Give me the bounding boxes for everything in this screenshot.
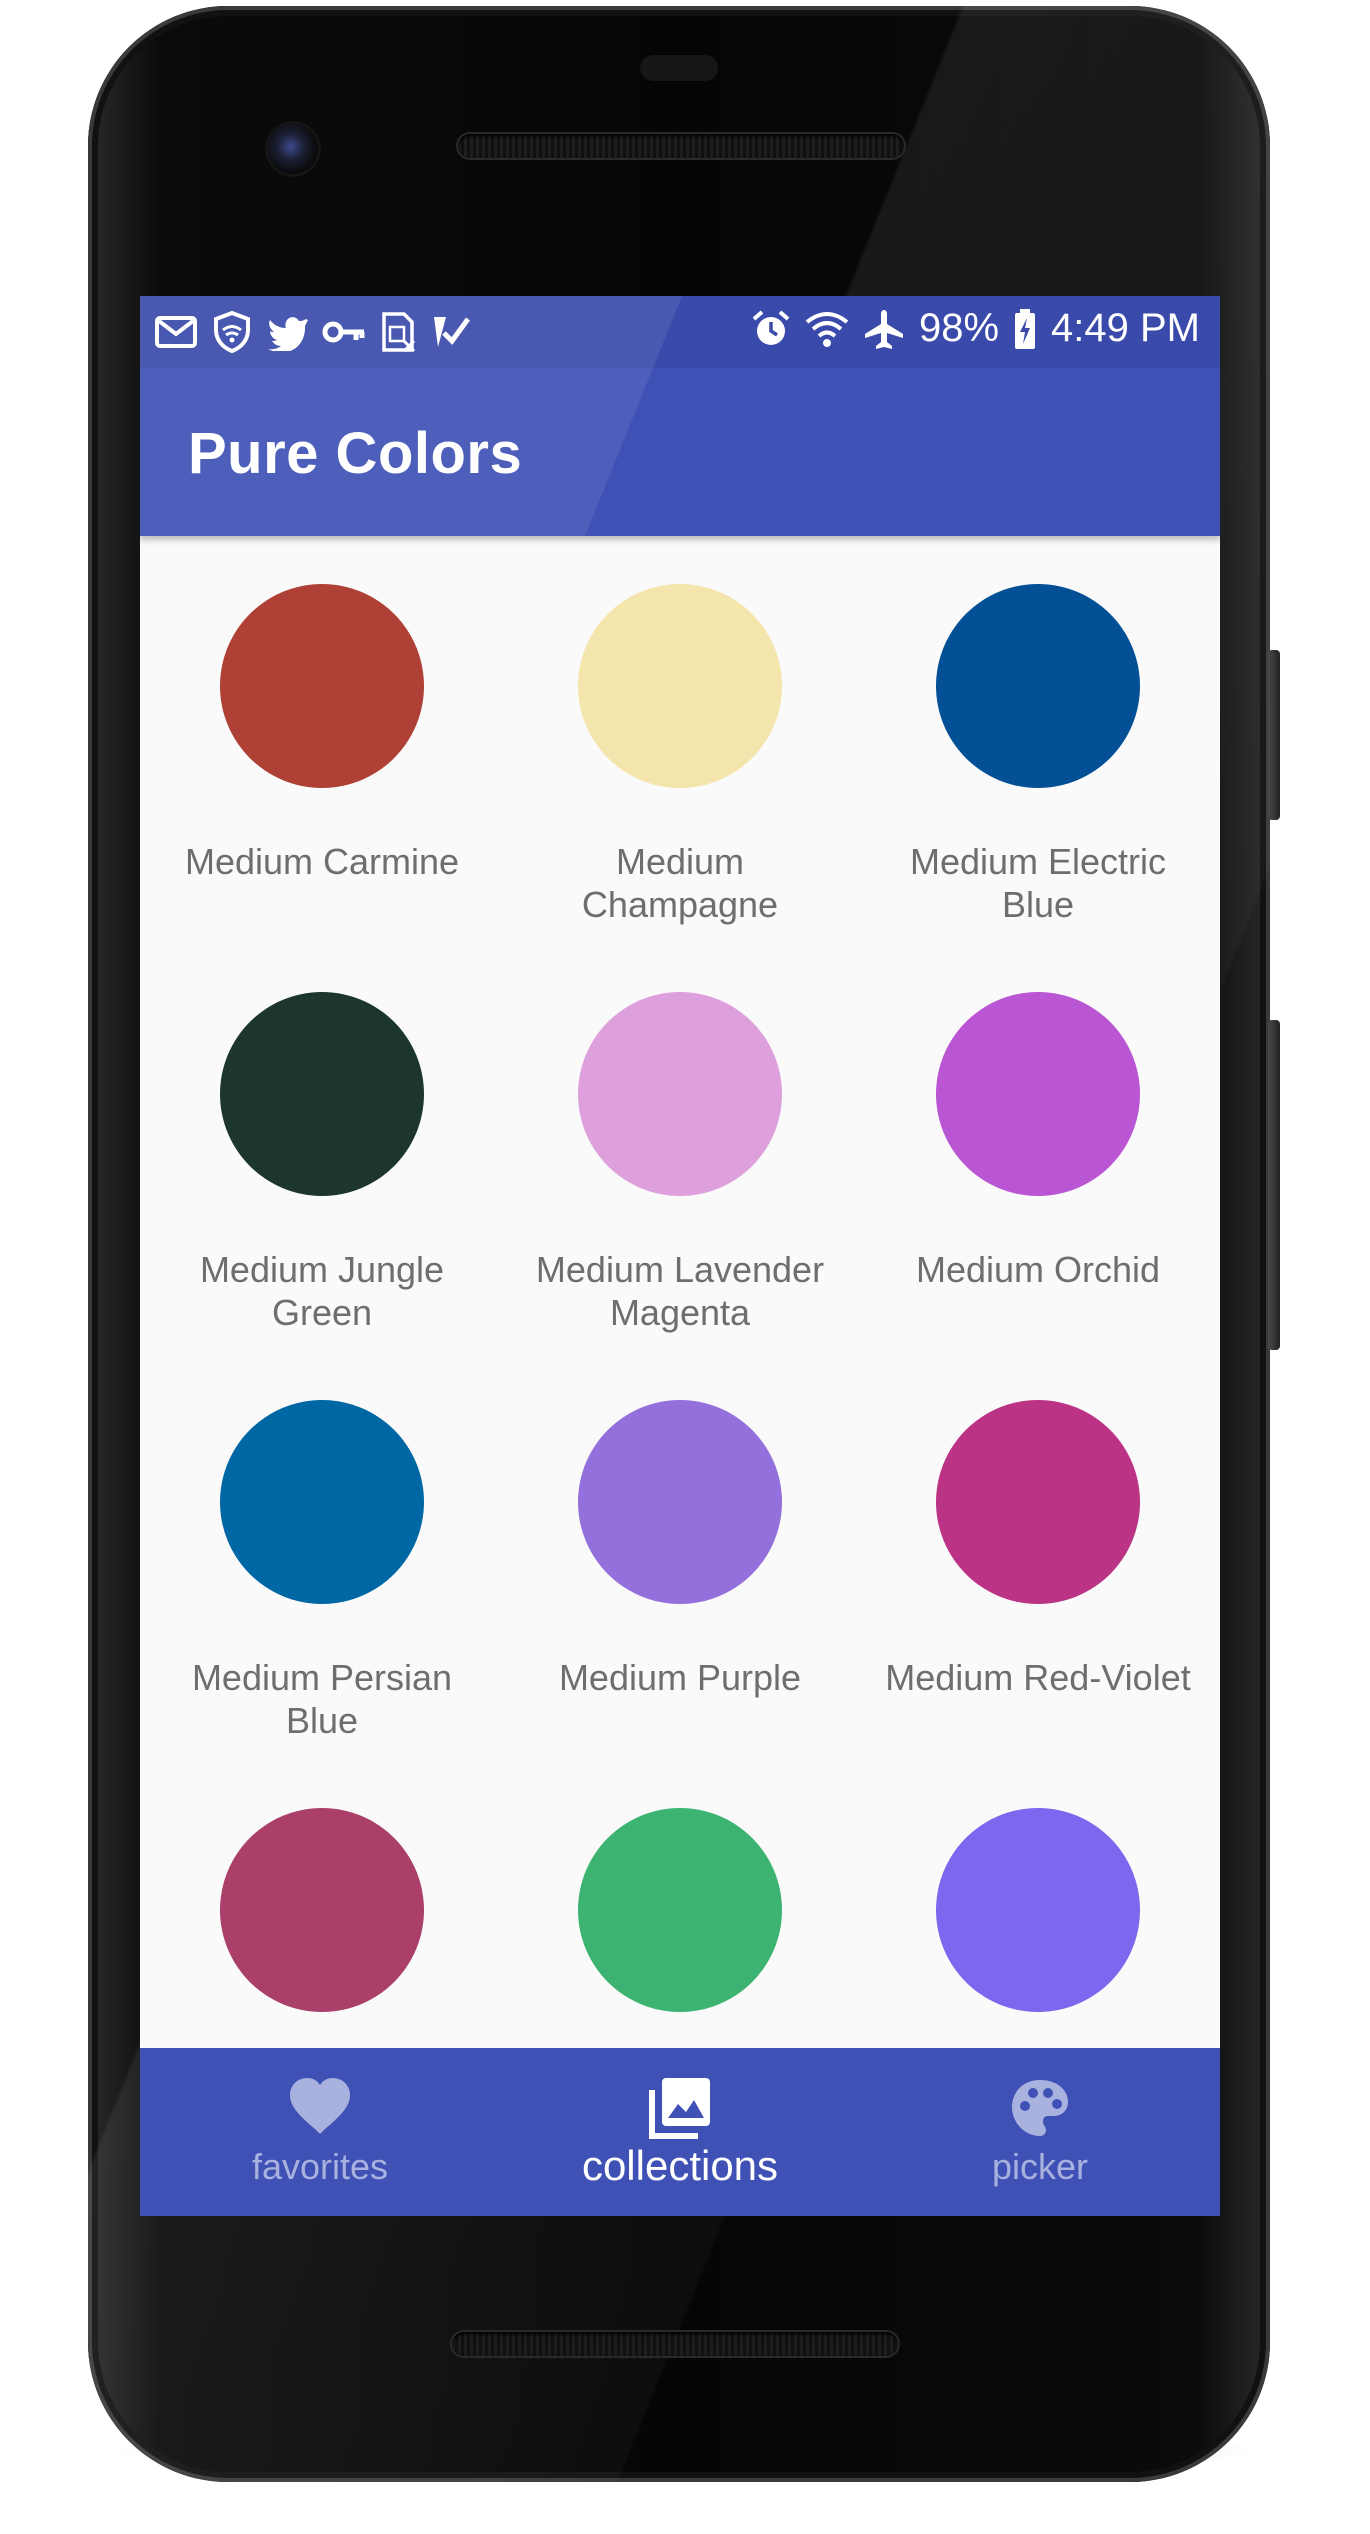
nav-picker[interactable]: picker: [860, 2048, 1220, 2216]
color-swatch[interactable]: [220, 584, 424, 788]
palette-icon: [1008, 2076, 1072, 2140]
color-name: Medium Persian Blue: [191, 1657, 453, 1741]
app-title: Pure Colors: [188, 421, 523, 486]
photo-library-icon: [648, 2076, 712, 2140]
bottom-speaker: [452, 2332, 898, 2356]
color-swatch[interactable]: [578, 584, 782, 788]
color-tile[interactable]: [876, 1808, 1200, 2064]
twitter-icon: [266, 313, 308, 351]
heart-icon: [288, 2076, 352, 2140]
color-tile[interactable]: Medium Orchid: [876, 992, 1200, 1291]
color-swatch[interactable]: [936, 992, 1140, 1196]
color-grid: Medium Carmine Medium Champagne Medium E…: [140, 536, 1220, 2056]
status-bar: 98% 4:49 PM: [140, 296, 1220, 368]
color-swatch[interactable]: [578, 1808, 782, 2012]
nav-label-picker: picker: [991, 2146, 1089, 2187]
color-swatch[interactable]: [578, 1400, 782, 1604]
wifi-icon: [805, 310, 849, 348]
color-swatch[interactable]: [936, 1400, 1140, 1604]
nav-favorites[interactable]: favorites: [140, 2048, 500, 2216]
color-swatch[interactable]: [220, 992, 424, 1196]
color-tile[interactable]: Medium Carmine: [160, 584, 484, 883]
color-tile[interactable]: Medium Jungle Green: [160, 992, 484, 1334]
battery-percent: 98%: [918, 306, 1000, 350]
alarm-icon: [751, 309, 791, 349]
color-name: Medium Purple: [558, 1657, 802, 1698]
earpiece-speaker: [458, 134, 904, 158]
color-swatch[interactable]: [220, 1400, 424, 1604]
airplane-icon: [863, 308, 905, 350]
color-name: Medium Carmine: [184, 841, 460, 882]
front-camera: [268, 124, 318, 174]
color-tile[interactable]: Medium Red-Violet: [876, 1400, 1200, 1699]
notification-icons: [154, 310, 470, 354]
sim-card-icon: [380, 311, 416, 353]
color-tile[interactable]: Medium Electric Blue: [876, 584, 1200, 926]
power-button: [1268, 650, 1280, 820]
key-icon: [322, 317, 366, 347]
nav-label-favorites: favorites: [251, 2146, 389, 2187]
color-name: Medium Jungle Green: [199, 1249, 445, 1333]
color-tile[interactable]: Medium Persian Blue: [160, 1400, 484, 1742]
color-swatch[interactable]: [936, 584, 1140, 788]
color-swatch[interactable]: [220, 1808, 424, 2012]
color-name: Medium Orchid: [915, 1249, 1161, 1290]
proximity-sensor: [640, 55, 718, 81]
battery-charging-icon: [1013, 308, 1037, 350]
volume-button: [1268, 1020, 1280, 1350]
color-name: Medium Champagne: [581, 841, 779, 925]
app-bar: Pure Colors: [140, 368, 1220, 536]
bottom-navigation: favorites collections picker: [140, 2048, 1220, 2216]
device-frame: 98% 4:49 PM Pure Colors Medium Carmine M…: [0, 0, 1370, 2534]
color-swatch[interactable]: [578, 992, 782, 1196]
color-name: Medium Red-Violet: [885, 1657, 1191, 1698]
system-status: 98% 4:49 PM: [751, 306, 1200, 351]
gmail-icon: [154, 312, 198, 352]
clock: 4:49 PM: [1051, 306, 1200, 350]
color-tile[interactable]: [518, 1808, 842, 2064]
nav-label-collections: collections: [581, 2142, 779, 2189]
check-list-icon: [430, 313, 470, 351]
color-name: Medium Electric Blue: [909, 841, 1167, 925]
color-swatch[interactable]: [936, 1808, 1140, 2012]
shield-wifi-icon: [212, 310, 252, 354]
nav-collections[interactable]: collections: [500, 2048, 860, 2216]
app-screen: 98% 4:49 PM Pure Colors Medium Carmine M…: [140, 296, 1220, 2216]
color-tile[interactable]: Medium Lavender Magenta: [518, 992, 842, 1334]
color-tile[interactable]: Medium Champagne: [518, 584, 842, 926]
color-tile[interactable]: Medium Purple: [518, 1400, 842, 1699]
color-tile[interactable]: [160, 1808, 484, 2064]
color-name: Medium Lavender Magenta: [535, 1249, 825, 1333]
